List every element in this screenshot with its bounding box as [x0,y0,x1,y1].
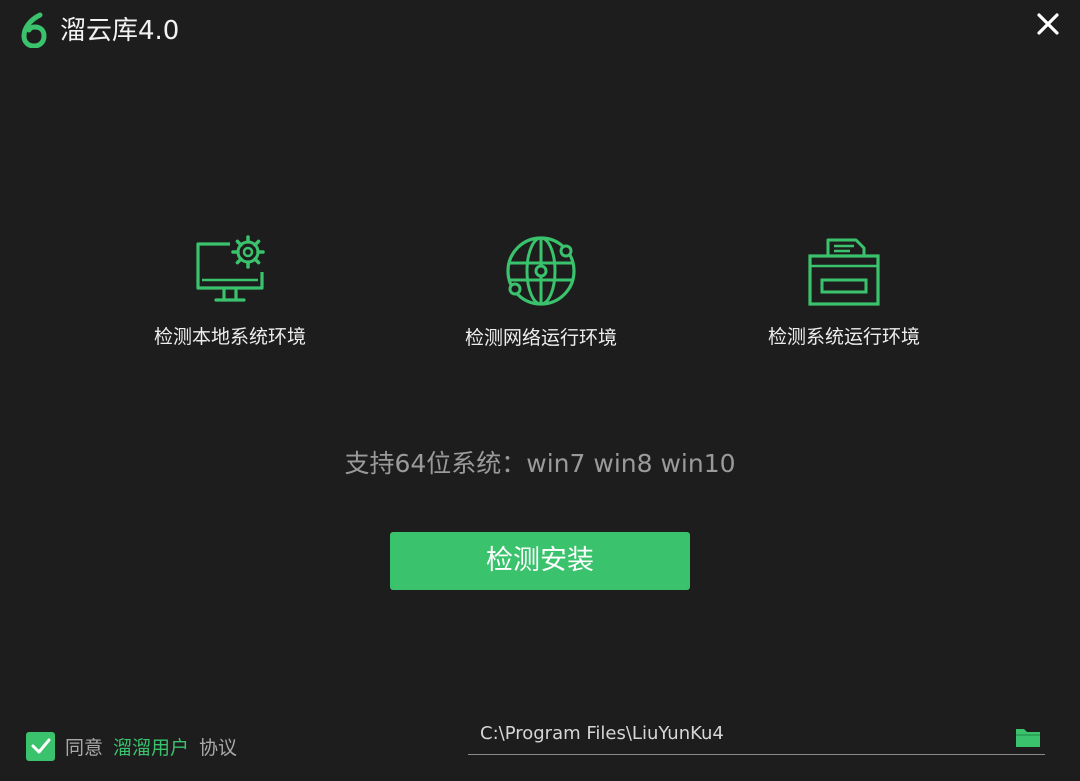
install-path-input[interactable] [468,714,998,752]
feature-label: 检测系统运行环境 [767,326,920,348]
title-bar: 溜云库4.0 [0,0,1080,62]
globe-network-icon [503,233,579,313]
installer-window: 溜云库4.0 检测本地系统环境 检测网络运行环境 检测系统运行环境 支持64位系… [0,0,1080,781]
feature-system-runtime: 检测系统运行环境 [734,232,954,350]
close-icon[interactable] [1034,10,1062,38]
install-path-field [468,714,1045,755]
feature-network: 检测网络运行环境 [431,233,651,351]
feature-label: 检测网络运行环境 [464,327,617,349]
printer-system-icon [804,234,884,312]
app-logo-icon [20,12,48,49]
monitor-gear-icon [190,234,270,312]
app-title: 溜云库4.0 [60,16,180,46]
checkmark-icon [31,738,50,754]
feature-label: 检测本地系统环境 [153,326,306,348]
agreement-suffix: 协议 [199,736,238,759]
agreement-checkbox[interactable] [26,731,55,761]
feature-local-system: 检测本地系统环境 [120,232,340,350]
detect-install-button[interactable]: 检测安装 [390,532,690,590]
user-agreement-link[interactable]: 溜溜用户 [113,733,189,760]
folder-icon[interactable] [1015,726,1041,748]
agreement-prefix: 同意 [65,736,104,759]
support-info-text: 支持64位系统：win7 win8 win10 [344,449,736,478]
agreement-row: 同意 溜溜用户 协议 [26,730,237,762]
